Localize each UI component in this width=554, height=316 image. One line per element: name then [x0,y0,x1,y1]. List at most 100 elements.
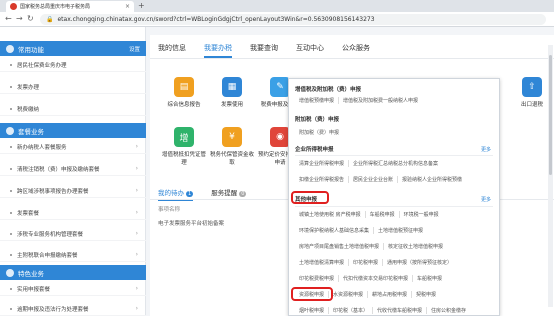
menu-item[interactable]: 房地产项目尾盘销售土地增值税申报 [295,243,385,250]
menu-row: 增值税预缴申报 增值税及附加税费一般纳税人申报 [295,97,495,104]
menu-item[interactable]: 代扣代缴资本交易印花税申报 [339,275,414,282]
menu-item[interactable]: 增值税及附加税费一般纳税人申报 [339,97,422,104]
bullet-icon [10,253,12,256]
menu-item[interactable]: 土地增值税清算申报 [295,259,350,266]
service-tile[interactable]: ▦ 发票使用 [210,77,254,108]
menu-item[interactable]: 烟叶税申报 [295,307,330,314]
export-refund-icon: ⇧ [522,77,542,97]
browser-tab-bar: 国家税务总局重庆市电子税务局 × + [0,0,554,12]
menu-item[interactable]: 环境保护税纳税人基础信息采集 [295,227,375,234]
sidebar-item[interactable]: 居民社保费业务办理 [0,58,146,72]
tab-label: 我的待办 [158,189,184,197]
bullet-icon [10,307,12,310]
menu-item[interactable]: 核定征收土地增值税申报 [384,243,447,250]
star-icon [6,44,14,53]
sidebar-item-label: 居民社保费业务办理 [17,62,67,69]
menu-item[interactable]: 城镇土地使用税 房产税申报 [295,211,366,218]
new-tab-icon[interactable]: + [138,1,145,10]
menu-item[interactable]: 报验纳税人企业所得税预缴 [398,176,466,183]
lock-icon: 🔒 [46,16,54,23]
sidebar-section-package[interactable]: 套餐业务 [0,123,146,138]
chevron-right-icon: › [135,305,138,312]
menu-item[interactable]: 代收代缴车船税申报 [373,307,428,314]
menu-row: 房地产项目尾盘销售土地增值税申报 核定征收土地增值税申报 [295,243,495,250]
settings-link[interactable]: 设置 [129,45,140,53]
tab-my-info[interactable]: 我的信息 [158,43,186,58]
highlight-box [291,191,329,204]
tax-declare-dropdown: 增值税及附加税（费）申报 增值税预缴申报 增值税及附加税费一般纳税人申报 附加税… [288,78,500,316]
chevron-right-icon: › [135,285,138,292]
sidebar-section-special[interactable]: 特色业务 [0,265,146,280]
sidebar-item[interactable]: 新办纳税人套餐服务 › [0,140,146,154]
menu-item[interactable]: 印花税（基本） [329,307,374,314]
menu-item[interactable]: 居民企业企业台账 [349,176,399,183]
chevron-right-icon: › [135,251,138,258]
sidebar-item[interactable]: 税费缴纳 [0,102,146,116]
address-bar: ← → ↻ 🔒 etax.chongqing.chinatax.gov.cn/s… [0,12,554,27]
sidebar-item[interactable]: 主附税联合申报缴纳套餐 › [0,248,146,262]
menu-item[interactable]: 附加税（费）申报 [295,129,343,136]
chevron-right-icon: › [135,209,138,216]
service-tile[interactable]: ¥ 税务代保管资金收取 [210,127,254,166]
sidebar-item[interactable]: 发票办理 [0,80,146,94]
menu-item[interactable]: 清算企业所得税申报 [295,160,350,167]
browser-tab[interactable]: 国家税务总局重庆市电子税务局 × [6,1,134,12]
sidebar-section-common[interactable]: 常用功能 设置 [0,41,146,56]
sidebar-item[interactable]: 逾期申报及违法行为处理套餐 › [0,302,146,316]
close-tab-icon[interactable]: × [125,3,130,10]
special-icon [6,268,14,277]
sidebar-item[interactable]: 发票套餐 › [0,206,146,220]
tab-interaction[interactable]: 互动中心 [296,43,324,58]
tab-divider [150,58,554,59]
more-link[interactable]: 更多 [481,196,491,203]
tab-query[interactable]: 我要查询 [250,43,278,58]
menu-item[interactable]: 车船税申报 [366,211,400,218]
tab-label: 服务提醒 [211,189,238,197]
menu-item[interactable]: 通用申报（按所得预征核定） [383,259,456,266]
scrollbar[interactable] [548,45,553,307]
package-icon [6,126,14,135]
tab-tax-handling[interactable]: 我要办税 [204,43,232,58]
sidebar-item-label: 跨区域涉税事项报告办理套餐 [17,188,89,195]
menu-item[interactable]: 水资源税申报 [329,291,369,298]
menu-item[interactable]: 环境税一般申报 [400,211,443,218]
menu-item[interactable]: 住房公积金缴存 [427,307,470,314]
url-input[interactable]: 🔒 etax.chongqing.chinatax.gov.cn/sword?c… [40,14,546,25]
menu-item[interactable]: 增值税预缴申报 [295,97,340,104]
site-favicon-icon [10,3,17,10]
sidebar-item[interactable]: 清税注销税（费）申报及缴纳套餐 › [0,162,146,176]
scrollbar-thumb[interactable] [549,55,552,175]
group-title: 增值税及附加税（费）申报 [295,87,362,93]
service-tile[interactable]: ▤ 综合信息报告 [162,77,206,108]
menu-item[interactable]: 扣缴企业所得税报告 [295,176,350,183]
chevron-right-icon: › [135,230,138,237]
service-label: 出口退税 [520,102,543,108]
pricing-icon: ◉ [270,127,290,147]
menu-item[interactable]: 契税申报 [412,291,440,298]
menu-item[interactable]: 车船税申报 [413,275,446,282]
service-label: 增值税抵扣凭证管理 [162,152,207,166]
sidebar-item[interactable]: 实用申报套餐 › [0,282,146,296]
bullet-icon [10,107,12,110]
more-link[interactable]: 更多 [481,146,491,153]
main-tabs: 我的信息 我要办税 我要查询 互动中心 公众服务 [158,43,370,58]
back-icon[interactable]: ← [5,14,12,23]
chevron-right-icon: › [135,143,138,150]
menu-item[interactable]: 耕地占用税申报 [368,291,413,298]
sidebar-item[interactable]: 跨区域涉税事项报告办理套餐 › [0,184,146,198]
divider [295,206,493,207]
tab-public-service[interactable]: 公众服务 [342,43,370,58]
forward-icon[interactable]: → [16,14,23,23]
menu-item[interactable]: 印花税申报 [349,259,384,266]
menu-item[interactable]: 印花税费税申报 [295,275,340,282]
todo-item[interactable]: 电子发票服务平台初始备案 [158,219,224,227]
menu-item[interactable]: 企业所得税汇总纳税总分机构信息备案 [349,160,442,167]
menu-row: 土地增值税清算申报 印花税申报 通用申报（按所得预征核定） [295,259,495,266]
service-tile[interactable]: 增 增值税抵扣凭证管理 [162,127,206,166]
menu-item[interactable]: 土地增值税预征申报 [374,227,427,234]
menu-row: 附加税（费）申报 [295,129,495,136]
sidebar-item[interactable]: 涉税专业服务机构管理套餐 › [0,227,146,241]
sidebar: 常用功能 设置 居民社保费业务办理 发票办理 税费缴纳 套餐业务 新办纳税人套餐… [0,27,146,316]
reload-icon[interactable]: ↻ [27,14,34,23]
sidebar-item-label: 涉税专业服务机构管理套餐 [17,231,84,238]
